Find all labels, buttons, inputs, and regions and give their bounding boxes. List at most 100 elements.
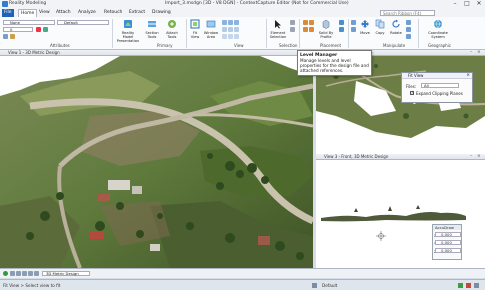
reality-model-presentation-button[interactable]: Reality Model Presentation [116, 19, 140, 43]
accudraw-panel: AccuDraw X 0.000 Y 0.000 Z 0.000 [432, 224, 462, 260]
fence-icon[interactable] [290, 27, 295, 32]
view-1-icon[interactable] [10, 271, 15, 276]
tab-retouch[interactable]: Retouch [102, 9, 124, 17]
ribbon-separator [112, 19, 113, 48]
minimize-button[interactable]: – [449, 0, 461, 9]
window-area-icon [203, 19, 219, 30]
tab-file[interactable]: File [2, 9, 14, 17]
tab-analyze[interactable]: Analyze [76, 9, 98, 17]
globe-icon [424, 19, 452, 30]
delete-icon[interactable] [351, 20, 356, 25]
dialog-close-icon[interactable]: × [466, 73, 470, 79]
select-all-icon[interactable] [290, 20, 295, 25]
tab-attach[interactable]: Attach [54, 9, 73, 17]
fit-view-icon [189, 19, 201, 30]
app-name: Reality Modeling [9, 1, 47, 6]
section-tools-button[interactable]: Section Tools [143, 19, 161, 39]
view-4-icon[interactable] [28, 271, 33, 276]
sync-status-icon[interactable] [458, 283, 463, 288]
tab-extract[interactable]: Extract [127, 9, 147, 17]
view-previous-icon[interactable] [228, 27, 233, 32]
ribbon-separator [418, 19, 419, 48]
view-group-dropdown[interactable]: 3D Metric Design [42, 271, 90, 276]
place-shape-icon[interactable] [303, 27, 308, 32]
view1-3d-viewport[interactable] [0, 56, 313, 268]
close-button[interactable]: ✕ [473, 0, 485, 9]
accudraw-z-field[interactable]: 0.000 [435, 248, 461, 253]
view-next-icon[interactable] [234, 27, 239, 32]
expand-clipping-checkbox[interactable]: ✓ [410, 91, 414, 95]
ribbon-separator [299, 19, 300, 48]
move-button[interactable]: Move [358, 19, 372, 35]
search-ribbon-input[interactable]: Search Ribbon (F4) [380, 10, 435, 16]
place-line-icon[interactable] [303, 20, 308, 25]
tab-view[interactable]: View [37, 9, 52, 17]
button-label: Reality Model Presentation [116, 31, 140, 43]
rotate-button[interactable]: Rotate [388, 19, 404, 35]
expand-clipping-label: Expand Clipping Planes [416, 91, 463, 96]
button-label: Copy [375, 31, 385, 35]
display-style-icon[interactable] [228, 34, 233, 39]
lock-icon[interactable] [312, 283, 317, 288]
scale-icon[interactable] [406, 20, 411, 25]
section-icon [143, 19, 161, 30]
tab-drawing[interactable]: Drawing [150, 9, 173, 17]
settings-status-icon[interactable] [474, 283, 479, 288]
view-3-icon[interactable] [22, 271, 27, 276]
element-info-icon[interactable] [10, 34, 15, 39]
ribbon: None Default 0 Attributes Reality Model … [0, 17, 485, 50]
zoom-in-icon[interactable] [222, 20, 227, 25]
view1-title: View 1 - 3D Metric Design [8, 50, 60, 55]
cell-icon[interactable] [339, 27, 344, 32]
button-label: Element Selection [269, 31, 287, 39]
fit-view-button[interactable]: Fit View [189, 19, 201, 39]
button-label: Fit View [190, 31, 200, 39]
style-dropdown[interactable]: Default [57, 20, 109, 25]
error-status-icon[interactable] [466, 283, 471, 288]
geographic-group-label: Geographic [428, 43, 452, 48]
array-icon[interactable] [406, 34, 411, 39]
mirror-icon[interactable] [406, 27, 411, 32]
view-attributes-icon[interactable] [222, 34, 227, 39]
cursor-arrow-icon [268, 19, 288, 30]
element-selection-button[interactable]: Element Selection [268, 19, 288, 39]
place-arc-icon[interactable] [309, 20, 314, 25]
title-bar: Reality Modeling Import_3.msdgn [3D - V8… [0, 0, 485, 9]
status-bar: Fit View > Select view to fit Default [0, 279, 485, 290]
button-label: Window Area [203, 31, 219, 39]
button-label: Section Tools [145, 31, 159, 39]
view-5-icon[interactable] [34, 271, 39, 276]
undo-icon[interactable] [351, 27, 356, 32]
text-icon[interactable] [339, 20, 344, 25]
active-level-status[interactable]: Default [322, 283, 337, 288]
tab-home[interactable]: Home [18, 9, 38, 17]
color-picker-icon[interactable] [36, 27, 41, 32]
attach-icon [163, 19, 181, 30]
level-manager-icon[interactable] [3, 34, 8, 39]
view-2-icon[interactable] [16, 271, 21, 276]
accudraw-x-field[interactable]: 0.000 [435, 232, 461, 237]
clip-volume-icon[interactable] [234, 34, 239, 39]
pan-view-icon[interactable] [222, 27, 227, 32]
maximize-button[interactable]: □ [461, 0, 473, 9]
files-dropdown[interactable]: All [421, 83, 459, 88]
solid-by-profile-button[interactable]: Solid By Profile [316, 19, 336, 39]
attach-tools-button[interactable]: Attach Tools [163, 19, 181, 39]
fit-view-dialog-header[interactable]: Fit View × [402, 73, 472, 79]
placement-group-label: Placement [320, 43, 342, 48]
button-label: Coordinate System [428, 31, 448, 39]
button-label: Attach Tools [166, 31, 178, 39]
zoom-out-icon[interactable] [228, 20, 233, 25]
copy-button[interactable]: Copy [373, 19, 387, 35]
line-style-icon[interactable] [43, 27, 48, 32]
weight-dropdown[interactable]: 0 [3, 27, 33, 32]
rotate-view-icon[interactable] [234, 20, 239, 25]
level-dropdown[interactable]: None [3, 20, 55, 25]
reality-mesh-render [0, 56, 313, 268]
add-view-icon[interactable] [3, 271, 8, 276]
accudraw-y-field[interactable]: 0.000 [435, 240, 461, 245]
status-prompt: Fit View > Select view to fit [3, 283, 61, 288]
window-area-button[interactable]: Window Area [203, 19, 219, 39]
coordinate-system-button[interactable]: Coordinate System [424, 19, 452, 39]
place-circle-icon[interactable] [309, 27, 314, 32]
